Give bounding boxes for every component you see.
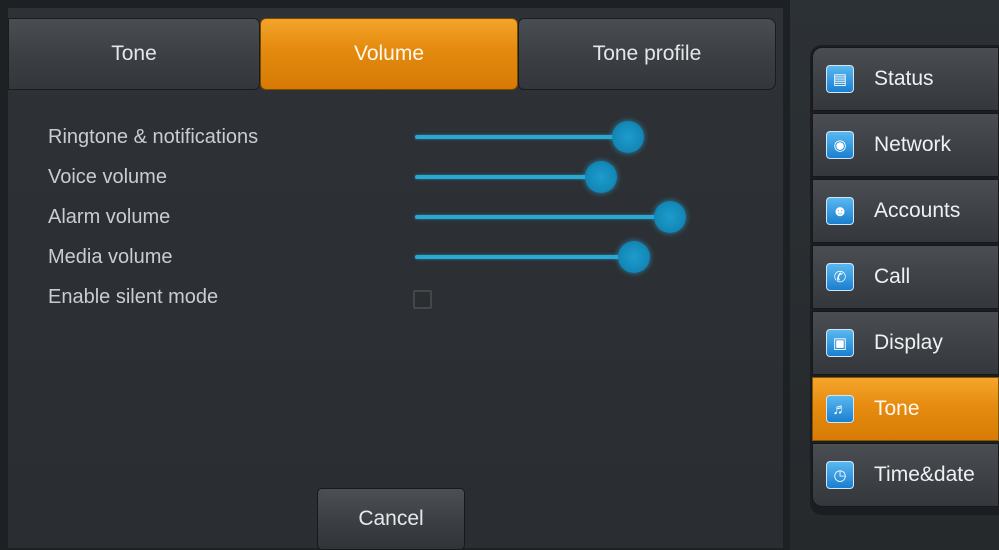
settings-panel: Tone Volume Tone profile Ringtone & noti…	[8, 8, 783, 548]
alarm-volume-label: Alarm volume	[48, 206, 171, 228]
sidebar-item-label: Call	[874, 265, 911, 288]
slider-knob[interactable]	[618, 241, 650, 273]
slider-track	[415, 215, 670, 219]
accounts-icon: ☻	[826, 197, 854, 225]
slider-knob[interactable]	[654, 201, 686, 233]
tab-tone-profile[interactable]: Tone profile	[518, 18, 776, 90]
silent-mode-checkbox[interactable]	[413, 290, 432, 309]
cancel-button[interactable]: Cancel	[317, 488, 465, 550]
globe-icon: ◉	[826, 131, 854, 159]
silent-mode-row: Enable silent mode	[48, 278, 748, 318]
sidebar-item-call[interactable]: ✆ Call	[812, 245, 999, 309]
sidebar-item-label: Status	[874, 67, 934, 90]
voice-volume-slider[interactable]	[415, 158, 715, 198]
monitor-icon: ▣	[826, 329, 854, 357]
sidebar-item-label: Display	[874, 331, 943, 354]
ringtone-slider[interactable]	[415, 118, 715, 158]
volume-settings: Ringtone & notifications Voice volume Al…	[48, 118, 748, 318]
sidebar-item-status[interactable]: ▤ Status	[812, 47, 999, 111]
tab-volume[interactable]: Volume	[260, 18, 518, 90]
ringtone-label: Ringtone & notifications	[48, 126, 259, 148]
sidebar-item-network[interactable]: ◉ Network	[812, 113, 999, 177]
sidebar-item-label: Time&date	[874, 463, 975, 486]
alarm-row: Alarm volume	[48, 198, 748, 238]
tab-bar: Tone Volume Tone profile	[8, 18, 783, 90]
sidebar-item-time-date[interactable]: ◷ Time&date	[812, 443, 999, 507]
slider-track	[415, 255, 634, 259]
sidebar-item-display[interactable]: ▣ Display	[812, 311, 999, 375]
sidebar-item-tone[interactable]: ♬ Tone	[812, 377, 999, 441]
media-volume-slider[interactable]	[415, 238, 715, 278]
ringtone-row: Ringtone & notifications	[48, 118, 748, 158]
slider-knob[interactable]	[585, 161, 617, 193]
alarm-volume-slider[interactable]	[415, 198, 715, 238]
slider-knob[interactable]	[612, 121, 644, 153]
silent-mode-label: Enable silent mode	[48, 286, 219, 308]
sidebar-item-accounts[interactable]: ☻ Accounts	[812, 179, 999, 243]
media-volume-label: Media volume	[48, 246, 173, 268]
tab-tone[interactable]: Tone	[8, 18, 260, 90]
status-icon: ▤	[826, 65, 854, 93]
sidebar-item-label: Network	[874, 133, 952, 156]
voice-volume-label: Voice volume	[48, 166, 167, 188]
phone-icon: ✆	[826, 263, 854, 291]
media-row: Media volume	[48, 238, 748, 278]
slider-track	[415, 135, 628, 139]
sidebar-item-label: Tone	[874, 397, 920, 420]
clock-icon: ◷	[826, 461, 854, 489]
slider-track	[415, 175, 601, 179]
voice-row: Voice volume	[48, 158, 748, 198]
settings-sidebar: ▤ Status ◉ Network ☻ Accounts ✆ Call ▣ D…	[810, 45, 999, 515]
speaker-icon: ♬	[826, 395, 854, 423]
sidebar-item-label: Accounts	[874, 199, 961, 222]
